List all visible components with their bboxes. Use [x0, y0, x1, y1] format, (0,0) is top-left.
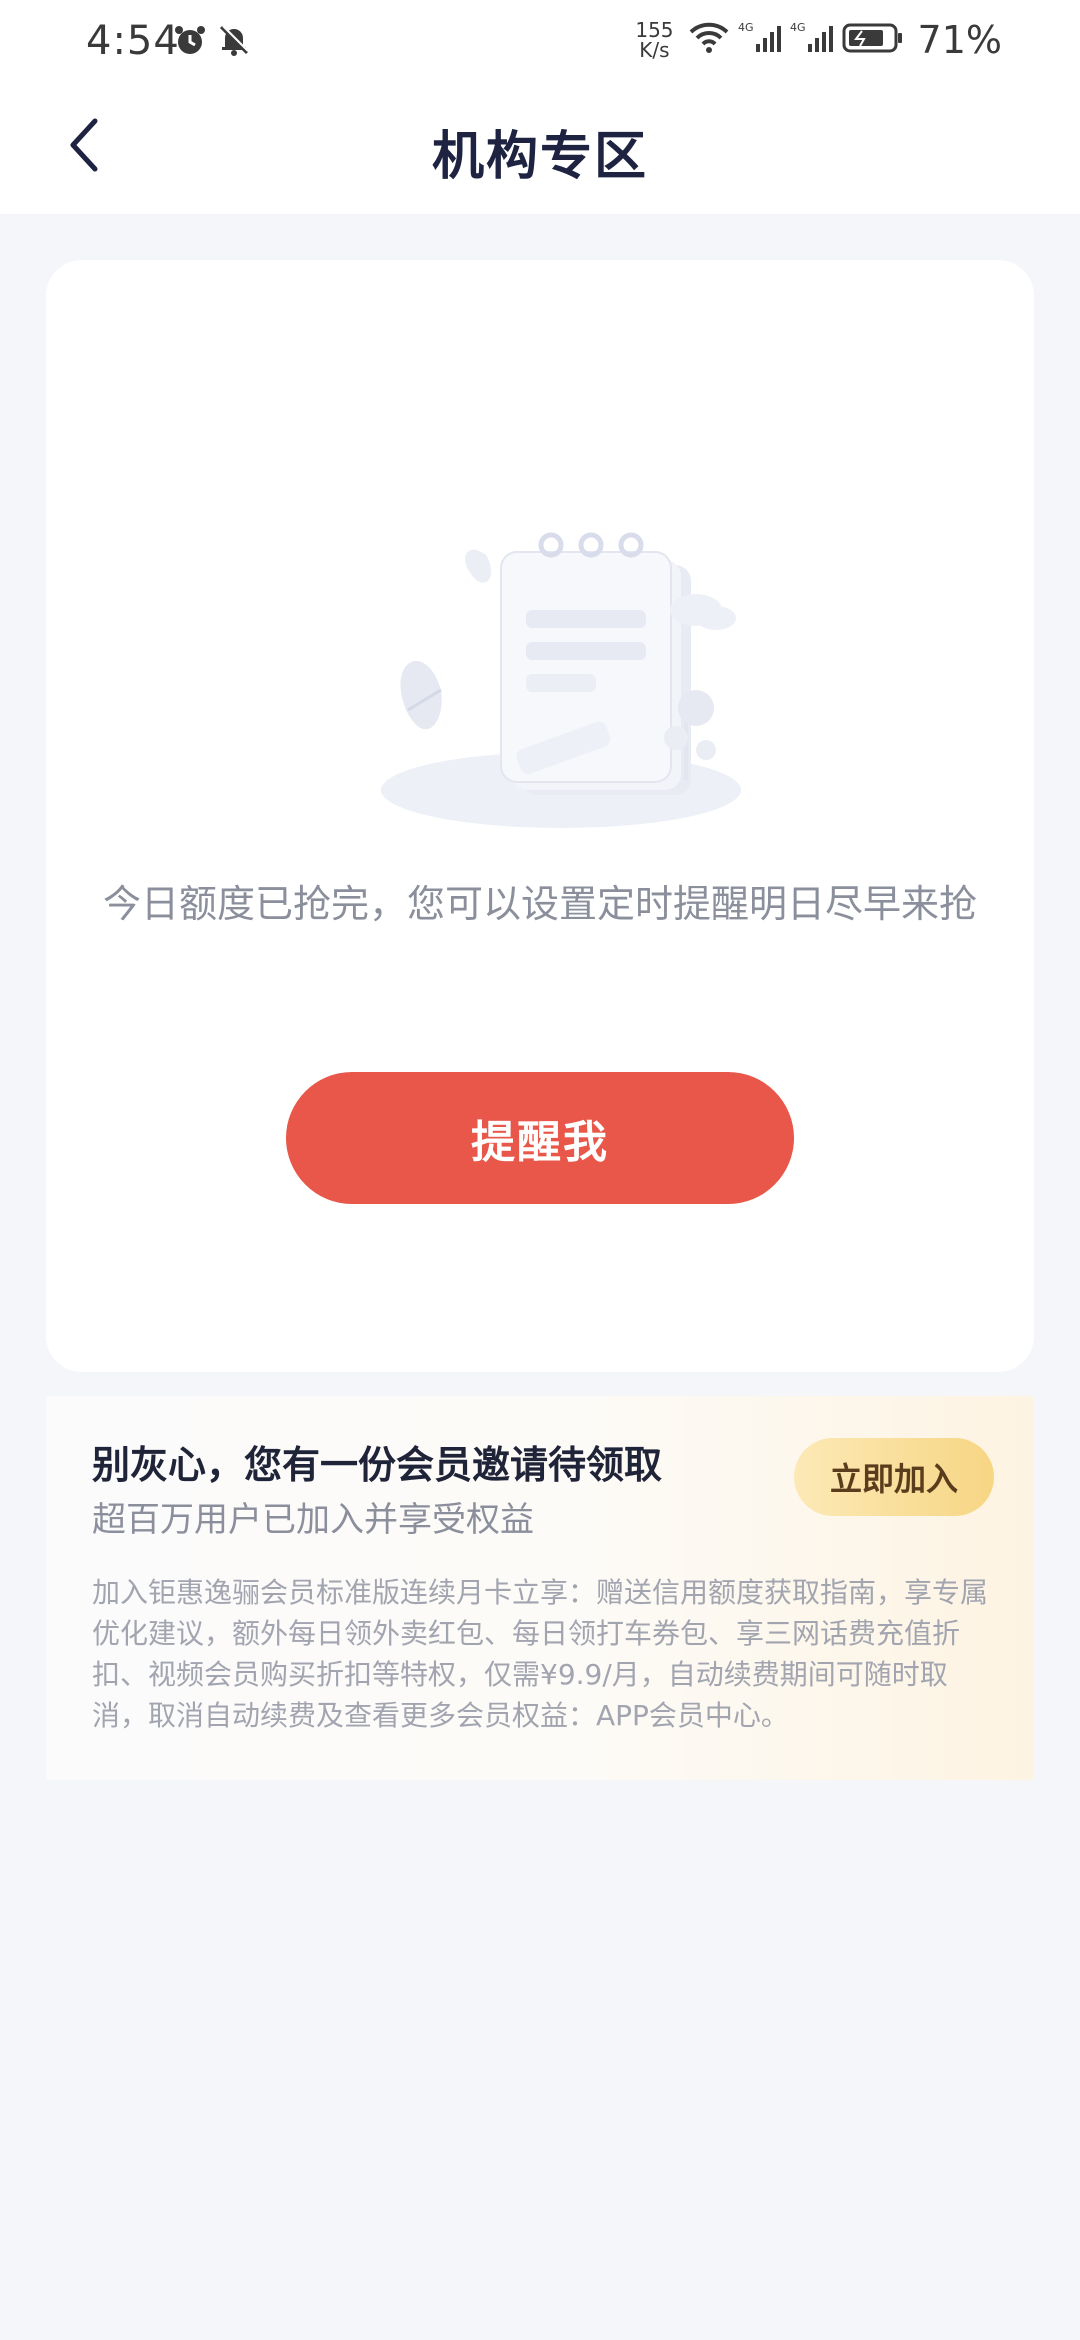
empty-notepad-illustration [346, 460, 766, 850]
net-speed: 155 K/s [635, 20, 673, 60]
remind-me-button[interactable]: 提醒我 [286, 1072, 794, 1204]
wifi-icon [688, 20, 730, 60]
join-now-button[interactable]: 立即加入 [794, 1438, 994, 1516]
battery-icon [842, 20, 904, 60]
membership-invite-card: 别灰心，您有一份会员邀请待领取 超百万用户已加入并享受权益 立即加入 加入钜惠逸… [46, 1396, 1034, 1780]
status-right-cluster: 155 K/s 4G 4G 71% [635, 18, 1002, 62]
page-title: 机构专区 [431, 127, 648, 187]
mute-bell-icon [216, 22, 252, 62]
signal-4g-icon: 4G [790, 20, 834, 60]
empty-state-card: 今日额度已抢完，您可以设置定时提醒明日尽早来抢 提醒我 [46, 260, 1034, 1372]
status-time: 4:54 [86, 18, 180, 64]
net-speed-unit: K/s [639, 38, 670, 62]
empty-message: 今日额度已抢完，您可以设置定时提醒明日尽早来抢 [102, 882, 977, 926]
alarm-icon [172, 22, 208, 62]
status-left-icons [172, 22, 252, 62]
membership-title: 别灰心，您有一份会员邀请待领取 [92, 1443, 663, 1487]
membership-subtitle: 超百万用户已加入并享受权益 [92, 1500, 534, 1540]
signal-4g-icon: 4G [738, 20, 782, 60]
svg-text:4G: 4G [738, 21, 754, 34]
net-speed-value: 155 [635, 18, 674, 42]
membership-description: 加入钜惠逸骊会员标准版连续月卡立享：赠送信用额度获取指南，享专属优化建议，额外每… [92, 1576, 989, 1732]
battery-percent: 71% [917, 18, 1002, 62]
header: 机构专区 [0, 84, 1080, 214]
svg-text:4G: 4G [790, 21, 806, 34]
status-bar: 4:54 155 K/s 4G 4G 71% [0, 0, 1080, 84]
